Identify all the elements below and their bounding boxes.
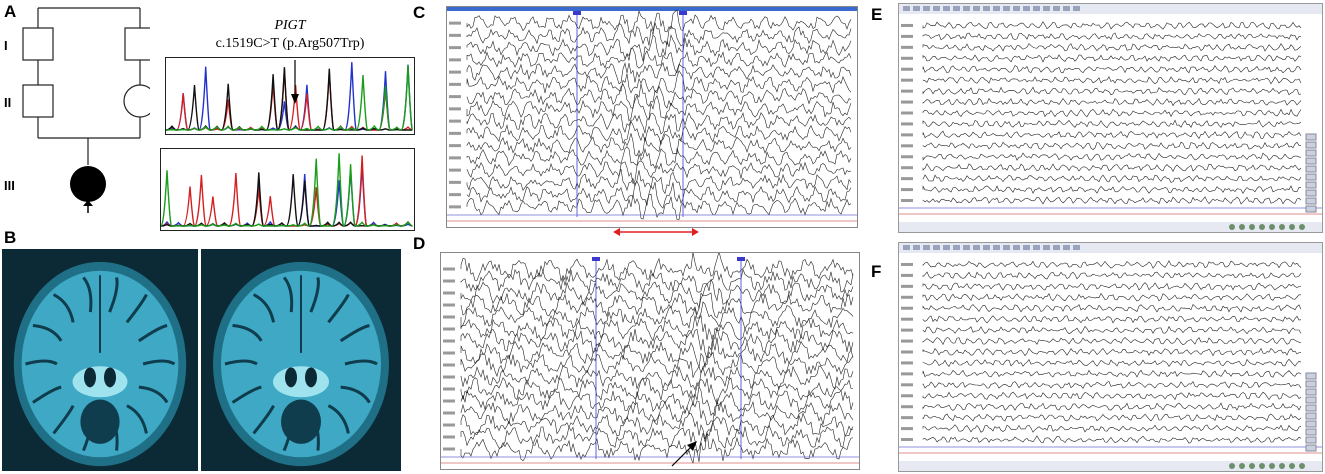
- eeg-channel-trace: [922, 413, 1302, 422]
- ventricle: [305, 367, 317, 388]
- eeg-channel-trace: [922, 369, 1302, 378]
- eeg-channel-trace: [460, 327, 854, 359]
- eeg-channel-trace: [460, 400, 854, 426]
- eeg-channel-trace: [466, 47, 852, 74]
- eeg-channel-trace: [922, 271, 1302, 280]
- pedigree-male-i-right: [124, 27, 150, 61]
- eeg-recording-c: [446, 6, 858, 228]
- variant-arrow-icon: [291, 60, 299, 104]
- eeg-channel-trace: [460, 365, 854, 391]
- eeg-channel-trace: [922, 163, 1302, 173]
- trace-a: [161, 153, 413, 227]
- generation-label-iii: III: [4, 178, 15, 193]
- trace-c: [161, 164, 413, 227]
- variant-label: c.1519C>T (p.Arg507Trp): [215, 36, 365, 51]
- seizure-duration-arrow-icon: [613, 228, 699, 236]
- gene-name: PIGT: [274, 18, 306, 33]
- toolbar: [899, 4, 1322, 14]
- ventricle: [285, 367, 297, 388]
- eeg-channel-trace: [922, 185, 1302, 194]
- eeg-channel-trace: [922, 65, 1302, 74]
- eeg-channel-trace: [460, 292, 854, 319]
- eeg-channel-trace: [460, 278, 854, 310]
- eeg-channel-trace: [922, 21, 1302, 30]
- brainstem-region: [72, 366, 128, 398]
- eeg-channel-trace: [922, 152, 1302, 161]
- eeg-channel-trace: [922, 196, 1302, 205]
- eeg-channel-trace: [466, 61, 852, 85]
- eeg-channel-trace: [922, 97, 1302, 107]
- eeg-channel-trace: [922, 86, 1302, 96]
- eeg-channel-trace: [922, 260, 1302, 269]
- status-bar: [899, 222, 1322, 232]
- ventricle: [104, 367, 116, 388]
- eeg-channel-trace: [460, 351, 854, 378]
- pedigree-female-ii: [123, 84, 150, 118]
- cerebellum-region: [281, 399, 321, 444]
- eeg-channel-trace: [922, 32, 1301, 41]
- trace-t: [161, 155, 413, 227]
- eeg-channel-trace: [460, 431, 854, 464]
- eeg-channel-trace: [922, 358, 1302, 368]
- trace-g: [161, 172, 413, 227]
- eeg-channel-trace: [922, 315, 1302, 324]
- status-bar: [899, 461, 1322, 471]
- eeg-channel-trace: [922, 108, 1302, 118]
- eeg-channel-trace: [922, 381, 1302, 389]
- eeg-channel-trace: [466, 193, 852, 221]
- panel-label-d: D: [413, 234, 426, 253]
- time-bar: [447, 7, 857, 11]
- eeg-channel-trace: [466, 133, 852, 157]
- eeg-channel-trace: [922, 337, 1302, 346]
- eeg-channel-trace: [922, 435, 1302, 444]
- pedigree-proband: [70, 166, 106, 202]
- eeg-channel-trace: [922, 130, 1302, 140]
- eeg-window-f: [898, 242, 1323, 472]
- mri-image-right: [201, 249, 401, 471]
- cerebellum-region: [80, 399, 120, 444]
- eeg-channel-trace: [922, 174, 1302, 183]
- eeg-window-e: [898, 3, 1323, 233]
- eeg-channel-trace: [922, 347, 1302, 357]
- eeg-channel-trace: [466, 120, 852, 145]
- eeg-channel-trace: [922, 292, 1301, 302]
- eeg-channel-trace: [922, 325, 1302, 335]
- panel-label-f: F: [871, 262, 882, 281]
- panel-label-b: B: [4, 228, 17, 247]
- eeg-channel-trace: [922, 391, 1302, 401]
- panel-label-e: E: [871, 5, 883, 24]
- eeg-recording-d: [440, 252, 860, 470]
- generation-label-i: I: [4, 38, 8, 53]
- spike-arrow-icon: [671, 441, 697, 467]
- eeg-channel-trace: [922, 54, 1302, 63]
- pedigree-diagram: [22, 7, 150, 213]
- eeg-channel-trace: [922, 282, 1302, 291]
- eeg-channel-trace: [922, 402, 1302, 411]
- eeg-channel-trace: [922, 303, 1302, 313]
- panel-label-c: C: [413, 3, 426, 22]
- mri-image-left: [2, 249, 198, 471]
- eeg-channel-trace: [466, 180, 852, 209]
- eeg-channel-trace: [460, 337, 854, 368]
- eeg-channel-trace: [922, 424, 1302, 433]
- eeg-channel-trace: [922, 141, 1301, 150]
- pedigree-male-ii: [22, 84, 54, 118]
- generation-label-ii: II: [4, 95, 12, 110]
- eeg-channel-trace: [922, 76, 1302, 85]
- pedigree-male-i-left: [22, 27, 54, 61]
- chromatogram-reference: [160, 148, 415, 231]
- ventricle: [84, 367, 96, 388]
- brainstem-region: [273, 366, 329, 398]
- eeg-channel-trace: [922, 119, 1302, 129]
- eeg-channel-trace: [922, 43, 1302, 52]
- eeg-channel-trace: [460, 301, 854, 330]
- toolbar: [899, 243, 1322, 253]
